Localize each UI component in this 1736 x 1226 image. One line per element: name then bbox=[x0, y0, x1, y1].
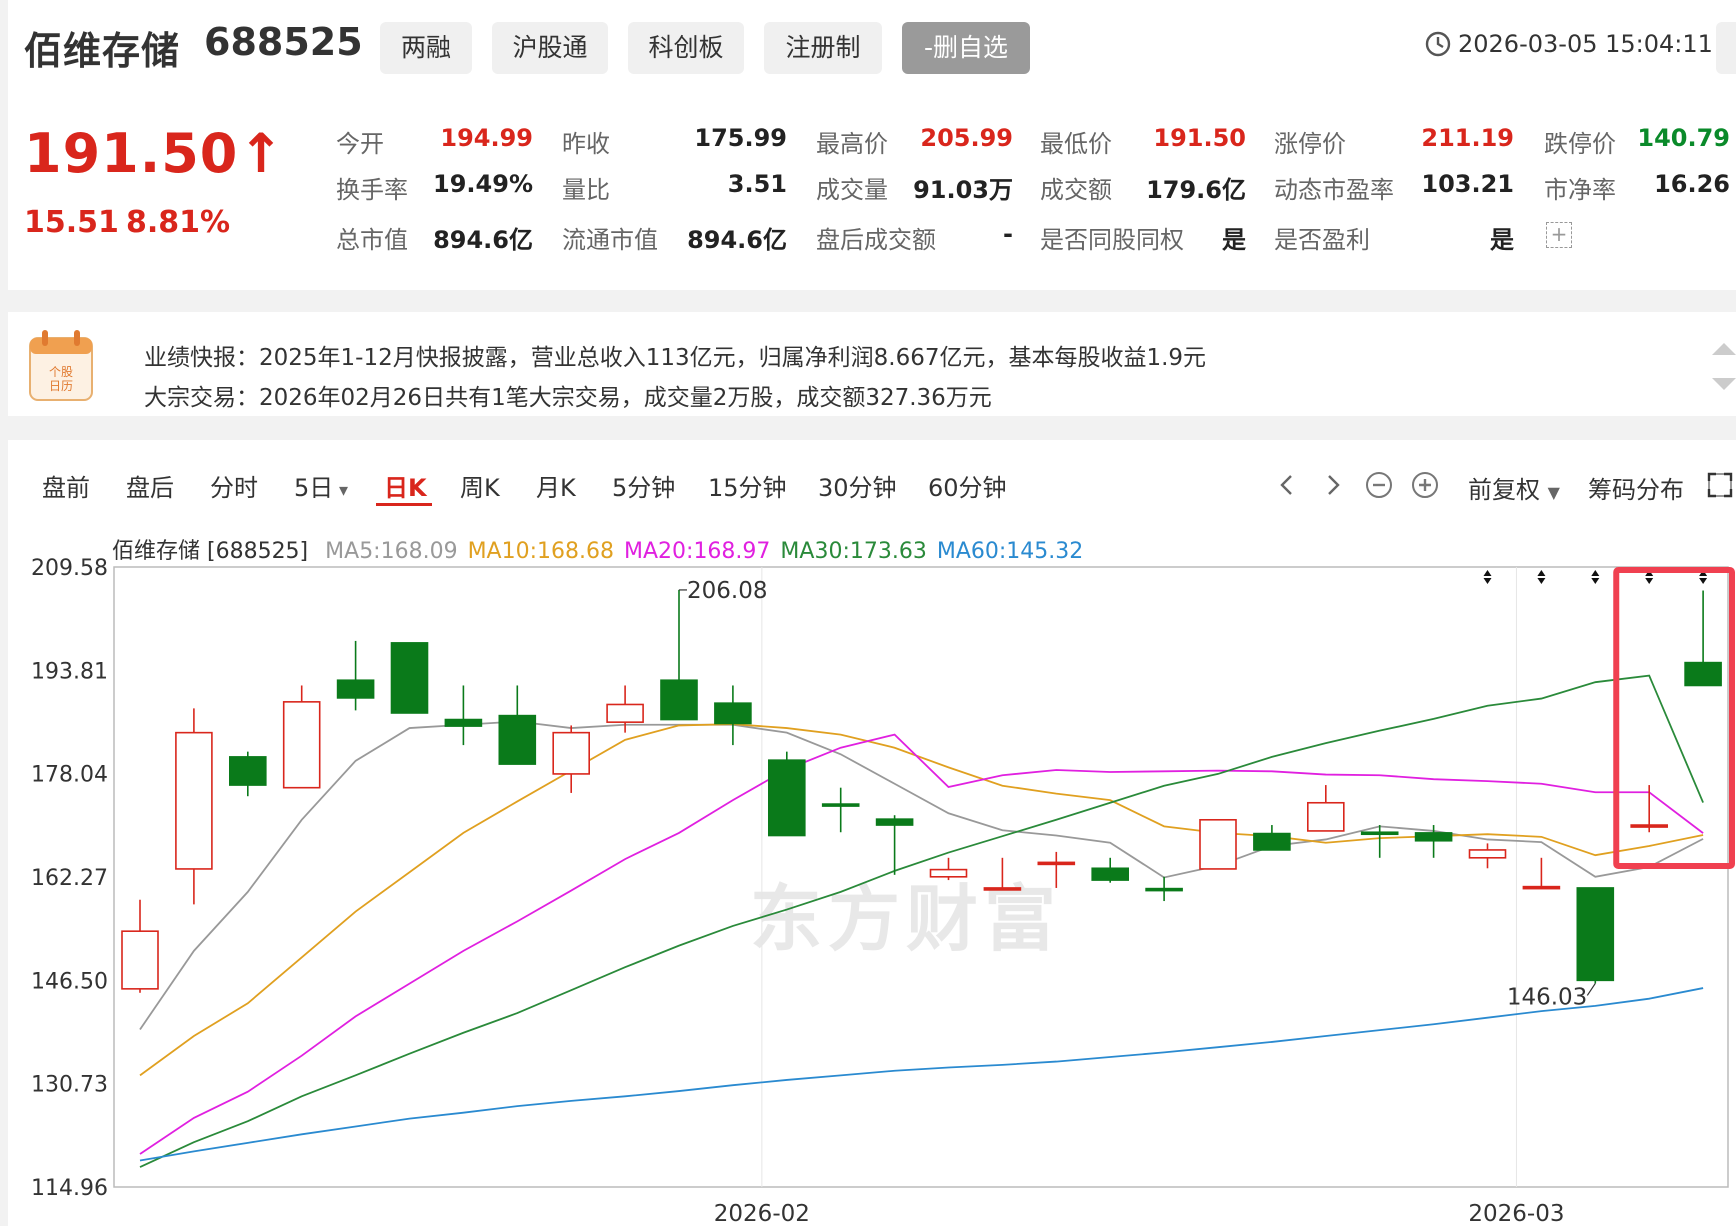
ma-legend-item-4: MA60:145.32 bbox=[936, 539, 1084, 564]
ma-legend-item-1: MA10:168.68 bbox=[467, 539, 614, 564]
quote-value-1-4: 103.21 bbox=[1421, 170, 1514, 198]
zoom-out-icon[interactable] bbox=[1364, 470, 1394, 500]
active-tab-underline bbox=[376, 503, 432, 506]
quote-value-1-3: 179.6亿 bbox=[1146, 176, 1246, 204]
tab-6[interactable]: 月K bbox=[536, 468, 576, 503]
price-change-percent: 8.81% bbox=[126, 205, 231, 240]
quote-value-1-1: 3.51 bbox=[727, 170, 787, 198]
quote-label-2-2: 盘后成交额 bbox=[816, 226, 936, 254]
header-edge-button[interactable] bbox=[1716, 22, 1736, 74]
quote-value-2-3: 是 bbox=[1222, 226, 1246, 254]
quote-value-2-2: - bbox=[1003, 220, 1013, 248]
quote-label-0-1: 昨收 bbox=[562, 130, 610, 158]
chart-legend: 佰维存储 [688525] MA5:168.09 MA10:168.68 MA20:… bbox=[112, 533, 1103, 565]
scroll-up-icon[interactable] bbox=[1712, 343, 1736, 355]
tab-0[interactable]: 盘前 bbox=[42, 468, 90, 503]
stock-name: 佰维存储 bbox=[24, 29, 181, 73]
tab-5[interactable]: 周K bbox=[460, 468, 500, 503]
quote-value-0-5: 140.79 bbox=[1637, 124, 1730, 152]
tag-registration[interactable]: 注册制 bbox=[764, 22, 882, 74]
quote-value-1-0: 19.49% bbox=[433, 170, 533, 198]
scroll-down-icon[interactable] bbox=[1712, 378, 1736, 390]
price-value: 191.50 bbox=[24, 122, 239, 185]
ma-legend-item-0: MA5:168.09 bbox=[325, 539, 458, 564]
up-arrow-icon: ↑ bbox=[238, 122, 285, 185]
zoom-in-icon[interactable] bbox=[1410, 470, 1440, 500]
tab-7[interactable]: 5分钟 bbox=[612, 468, 675, 503]
ma-legend-item-3: MA30:173.63 bbox=[780, 539, 927, 564]
datetime-text: 2026-03-05 15:04:11 bbox=[1458, 30, 1713, 58]
caret-down-icon: ▾ bbox=[333, 480, 349, 501]
quote-label-0-0: 今开 bbox=[336, 130, 384, 158]
quote-value-0-3: 191.50 bbox=[1153, 124, 1246, 152]
stock-code: 688525 bbox=[204, 20, 363, 64]
ma-legend-item-2: MA20:168.97 bbox=[624, 539, 771, 564]
quote-value-0-1: 175.99 bbox=[694, 124, 787, 152]
ma-legend: MA5:168.09 MA10:168.68 MA20:168.97 MA30:173… bbox=[325, 539, 1093, 564]
remove-watchlist-button[interactable]: -删自选 bbox=[902, 22, 1030, 74]
tab-1[interactable]: 盘后 bbox=[126, 468, 174, 503]
tab-9[interactable]: 30分钟 bbox=[818, 468, 897, 503]
adjust-label: 前复权 bbox=[1468, 476, 1540, 504]
quote-value-2-1: 894.6亿 bbox=[687, 226, 787, 254]
quote-label-0-3: 最低价 bbox=[1040, 130, 1112, 158]
chevron-left-icon[interactable] bbox=[1272, 470, 1302, 500]
news-earnings[interactable]: 业绩快报：2025年1-12月快报披露，营业总收入113亿元，归属净利润8.66… bbox=[144, 338, 1206, 372]
datetime-display: 2026-03-05 15:04:11 bbox=[1424, 30, 1713, 58]
quote-value-0-0: 194.99 bbox=[440, 124, 533, 152]
quote-label-1-1: 量比 bbox=[562, 176, 610, 204]
fullscreen-icon[interactable] bbox=[1706, 470, 1734, 500]
tab-3[interactable]: 5日 ▾ bbox=[294, 468, 348, 503]
current-price: 191.50↑ bbox=[24, 122, 285, 185]
quote-label-0-2: 最高价 bbox=[816, 130, 888, 158]
quote-label-1-2: 成交量 bbox=[816, 176, 888, 204]
adjust-dropdown[interactable]: 前复权 ▼ bbox=[1468, 470, 1560, 505]
tag-margin-trading[interactable]: 两融 bbox=[380, 22, 472, 74]
calendar-icon[interactable]: 个股 日历 bbox=[24, 326, 98, 406]
quote-label-2-1: 流通市值 bbox=[562, 226, 658, 254]
tab-10[interactable]: 60分钟 bbox=[928, 468, 1007, 503]
quote-value-0-2: 205.99 bbox=[920, 124, 1013, 152]
tab-8[interactable]: 15分钟 bbox=[708, 468, 787, 503]
news-block-trade[interactable]: 大宗交易：2026年02月26日共有1笔大宗交易，成交量2万股，成交额327.3… bbox=[144, 378, 992, 412]
quote-label-1-4: 动态市盈率 bbox=[1274, 176, 1394, 204]
quote-label-2-3: 是否同股同权 bbox=[1040, 226, 1184, 254]
calendar-label-1: 个股 bbox=[49, 365, 73, 379]
quote-label-1-5: 市净率 bbox=[1544, 176, 1616, 204]
legend-title: 佰维存储 [688525] bbox=[112, 539, 309, 564]
quote-label-1-3: 成交额 bbox=[1040, 176, 1112, 204]
watermark-logo: 东方财富 bbox=[750, 860, 1062, 965]
tag-shanghai-connect[interactable]: 沪股通 bbox=[492, 22, 608, 74]
tab-4[interactable]: 日K bbox=[384, 468, 427, 503]
quote-value-0-4: 211.19 bbox=[1421, 124, 1514, 152]
quote-label-0-4: 涨停价 bbox=[1274, 130, 1346, 158]
chevron-right-icon[interactable] bbox=[1318, 470, 1348, 500]
watermark-text: 东方财富 bbox=[750, 877, 1063, 961]
quote-label-0-5: 跌停价 bbox=[1544, 130, 1616, 158]
price-change: 15.51 bbox=[24, 205, 119, 240]
quote-value-2-4: 是 bbox=[1490, 226, 1514, 254]
clock-icon bbox=[1425, 31, 1451, 57]
tab-2[interactable]: 分时 bbox=[210, 468, 258, 503]
quote-label-2-0: 总市值 bbox=[336, 226, 408, 254]
quote-value-2-0: 894.6亿 bbox=[433, 226, 533, 254]
quote-value-1-2: 91.03万 bbox=[913, 176, 1013, 204]
quote-value-1-5: 16.26 bbox=[1654, 170, 1730, 198]
tag-star-market[interactable]: 科创板 bbox=[628, 22, 744, 74]
caret-down-icon: ▼ bbox=[1547, 483, 1560, 502]
quote-label-2-4: 是否盈利 bbox=[1274, 226, 1370, 254]
plus-square-icon[interactable]: + bbox=[1546, 222, 1572, 248]
calendar-label-2: 日历 bbox=[49, 379, 73, 393]
quote-label-1-0: 换手率 bbox=[336, 176, 408, 204]
chip-distribution-button[interactable]: 筹码分布 bbox=[1588, 470, 1684, 505]
